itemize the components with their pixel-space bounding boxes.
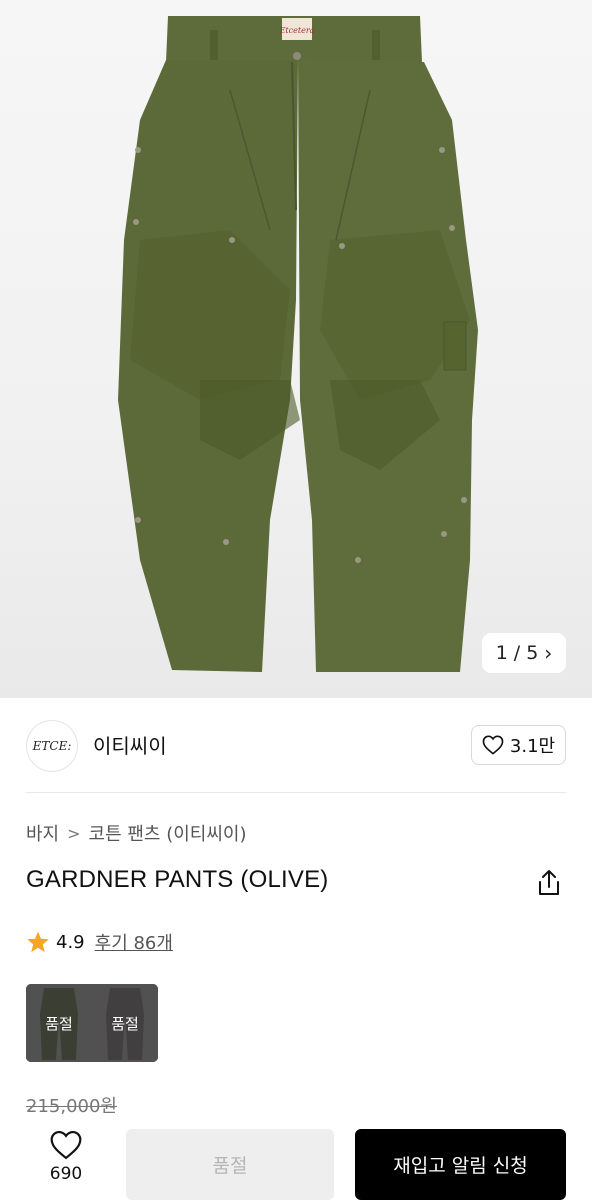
share-icon[interactable] [536, 869, 562, 897]
chevron-right-icon: › [544, 641, 553, 665]
image-counter[interactable]: 1 / 5 › [482, 633, 566, 673]
reviews-link[interactable]: 후기 86개 [95, 929, 173, 955]
brand-name[interactable]: 이티씨이 [93, 730, 167, 759]
divider [26, 792, 566, 793]
chevron-right-icon: > [67, 823, 81, 843]
counter-total: 5 [526, 642, 539, 664]
product-title: GARDNER PANTS (OLIVE) [26, 866, 329, 893]
counter-current: 1 [495, 642, 508, 664]
color-option-olive[interactable]: 품절 [26, 984, 92, 1062]
brand-like-count: 3.1만 [509, 736, 556, 757]
star-icon [27, 931, 49, 952]
svg-text:Etcetera: Etcetera [279, 26, 315, 35]
breadcrumb-item-category[interactable]: 바지 [26, 820, 59, 846]
color-option-dark[interactable]: 품절 [92, 984, 158, 1062]
wishlist-count: 690 [49, 1164, 83, 1184]
soldout-label: 품절 [26, 984, 92, 1062]
breadcrumb: 바지 > 코튼 팬츠 (이티씨이) [26, 820, 247, 846]
color-options: 품절 품절 [26, 984, 158, 1062]
rating-score: 4.9 [56, 931, 85, 953]
counter-separator: / [513, 642, 521, 664]
breadcrumb-item-subcategory[interactable]: 코튼 팬츠 (이티씨이) [89, 820, 247, 846]
brand-like-button[interactable]: 3.1만 [471, 725, 566, 765]
soldout-button[interactable]: 품절 [126, 1129, 334, 1200]
product-image-carousel[interactable]: Etcetera 1 / 5 › [0, 0, 592, 698]
wishlist-button[interactable]: 690 [40, 1130, 92, 1190]
brand-logo[interactable]: ETCE: [26, 720, 78, 772]
restock-alert-button[interactable]: 재입고 알림 신청 [355, 1129, 566, 1200]
heart-icon [482, 735, 504, 755]
heart-icon [50, 1130, 82, 1160]
original-price: 215,000원 [26, 1096, 117, 1117]
rating-summary: 4.9 후기 86개 [26, 929, 173, 955]
brand-logo-text: ETCE: [32, 739, 72, 753]
product-photo: Etcetera [118, 16, 478, 672]
soldout-label: 품절 [92, 984, 158, 1062]
